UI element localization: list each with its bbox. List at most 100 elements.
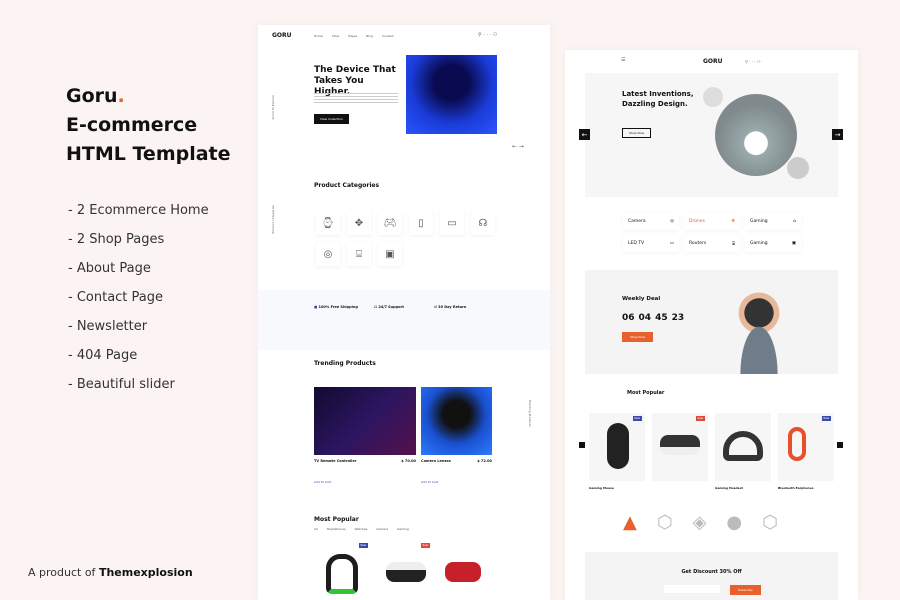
- timer-days: 06: [622, 313, 635, 323]
- product-row: New Sale New: [589, 413, 834, 481]
- tab-headphones[interactable]: Headphones: [327, 527, 346, 531]
- newsletter-title: Get Discount 30% Off: [681, 569, 742, 575]
- email-input[interactable]: [664, 585, 720, 593]
- product-price: $ 70.00: [401, 459, 416, 463]
- product-name[interactable]: Gaming Headset: [715, 486, 743, 490]
- product-badge: New: [632, 416, 642, 421]
- category-label: Gaming: [750, 219, 768, 224]
- trending-item[interactable]: TV Remote Controller $ 70.00: [314, 459, 416, 463]
- category-gaming-2[interactable]: Gaming ▣: [745, 235, 801, 252]
- view-collection-button[interactable]: View Collection: [314, 114, 349, 124]
- product-name[interactable]: Bluetooth Earphones: [778, 486, 814, 490]
- hero-title: Latest Inventions, Dazzling Design.: [622, 90, 694, 108]
- title-line-3: HTML Template: [66, 143, 231, 165]
- gamepad-icon: ⌂: [793, 219, 796, 224]
- drone-icon[interactable]: ✥: [347, 211, 371, 235]
- earphones-image: [788, 427, 806, 461]
- vr-image: [386, 562, 426, 582]
- brand-logos: ▲ ⬡ ◈ ● ⬡: [623, 512, 778, 533]
- feature-item: - Contact Page: [68, 290, 164, 305]
- main-nav: Home Shop Pages Blog Contact: [314, 34, 394, 38]
- category-led-tv[interactable]: LED TV ▭: [623, 235, 679, 252]
- category-drones[interactable]: Drones ✥: [684, 213, 740, 230]
- add-to-cart-link[interactable]: Add To Cart: [421, 480, 438, 484]
- timer-seconds: 23: [671, 313, 685, 323]
- product-card[interactable]: New: [316, 540, 370, 600]
- headphones-image: [723, 431, 763, 461]
- monitor-icon[interactable]: ▣: [378, 242, 402, 266]
- tab-camera[interactable]: Camera: [376, 527, 388, 531]
- router-icon[interactable]: ⌸: [347, 242, 371, 266]
- product-card[interactable]: New: [589, 413, 645, 481]
- menu-icon[interactable]: ☰: [621, 57, 625, 63]
- credit-brand: Themexplosion: [98, 566, 193, 579]
- service-title: 100% Free Shipping: [318, 305, 358, 309]
- nav-shop[interactable]: Shop: [332, 34, 340, 38]
- feature-item: - About Page: [68, 261, 151, 276]
- headphones-icon[interactable]: ☊: [471, 211, 495, 235]
- timer-minutes: 45: [655, 313, 668, 323]
- tab-watches[interactable]: Watches: [355, 527, 368, 531]
- brand-logo-icon: ⬡: [656, 512, 673, 533]
- watch-icon[interactable]: ⌚: [316, 211, 340, 235]
- product-card[interactable]: New: [778, 413, 834, 481]
- camera-icon: ◎: [670, 219, 674, 224]
- home-2-mockup: ☰ GORU ⚲ · · · ⚇ Latest Inventions, Dazz…: [565, 50, 858, 600]
- next-arrow-icon[interactable]: [837, 442, 843, 448]
- service-return: ↺ 30 Day Return: [434, 305, 466, 309]
- newsletter: Get Discount 30% Off Subscribe: [585, 552, 838, 600]
- tv-icon[interactable]: ▭: [440, 211, 464, 235]
- category-gaming[interactable]: Gaming ⌂: [745, 213, 801, 230]
- nav-contact[interactable]: Contact: [382, 34, 394, 38]
- monitor-icon: ▣: [791, 241, 796, 246]
- weekly-deal: Weekly Deal 06 04 45 23 Shop Now: [585, 270, 838, 374]
- deal-shop-button[interactable]: Shop Now: [622, 332, 654, 342]
- category-label: LED TV: [628, 241, 645, 246]
- thumb-image: [787, 157, 809, 179]
- countdown-timer: 06 04 45 23: [622, 313, 684, 323]
- logo: GORU: [272, 32, 292, 39]
- speaker-image: [715, 94, 797, 176]
- home-1-mockup: GORU Home Shop Pages Blog Contact ⚲ · · …: [258, 25, 550, 600]
- mouse-image: [607, 423, 629, 469]
- prev-arrow-icon[interactable]: ←: [579, 129, 590, 140]
- tablet-icon[interactable]: ▯: [409, 211, 433, 235]
- truck-icon: ■: [314, 305, 318, 309]
- product-card[interactable]: Sale: [378, 540, 432, 600]
- camera-icon[interactable]: ◎: [316, 242, 340, 266]
- hero-image: [406, 55, 497, 134]
- prev-arrow-icon[interactable]: [579, 442, 585, 448]
- slider-arrows[interactable]: ← →: [512, 143, 524, 150]
- trending-image-remote: [314, 387, 416, 455]
- trending-item[interactable]: Camera Lenses $ 72.00: [421, 459, 492, 463]
- feature-item: - Newsletter: [68, 319, 148, 334]
- feature-item: - Beautiful slider: [68, 377, 175, 392]
- category-routers[interactable]: Routers ⌸: [684, 235, 740, 252]
- product-card[interactable]: [715, 413, 771, 481]
- badge-new: New: [358, 543, 368, 548]
- service-shipping: ■ 100% Free Shipping: [314, 305, 358, 309]
- gamepad-icon[interactable]: 🎮︎: [378, 211, 402, 235]
- brand-logo-icon: ⬡: [762, 512, 778, 533]
- feature-item: - 404 Page: [68, 348, 138, 363]
- intro-title: Goru. E-commerce HTML Template: [66, 82, 231, 169]
- product-card[interactable]: Sale: [652, 413, 708, 481]
- tab-all[interactable]: All: [314, 527, 318, 531]
- search-icon[interactable]: ⚲ · · · ⚇: [478, 32, 497, 38]
- nav-blog[interactable]: Blog: [366, 34, 373, 38]
- shop-now-button[interactable]: Shop Now: [622, 128, 652, 138]
- hero-text: [314, 93, 398, 103]
- nav-pages[interactable]: Pages: [348, 34, 357, 38]
- subscribe-button[interactable]: Subscribe: [730, 585, 761, 595]
- logo: GORU: [703, 58, 723, 65]
- brand-logo-icon: ●: [726, 512, 743, 533]
- next-arrow-icon[interactable]: →: [832, 129, 843, 140]
- category-label: Camera: [628, 219, 646, 224]
- category-camera[interactable]: Camera ◎: [623, 213, 679, 230]
- nav-home[interactable]: Home: [314, 34, 323, 38]
- product-name[interactable]: Gaming Mouse: [589, 486, 614, 490]
- header-icons[interactable]: ⚲ · · · ⚇: [745, 59, 760, 64]
- add-to-cart-link[interactable]: Add To Cart: [314, 480, 331, 484]
- tab-gaming[interactable]: Gaming: [397, 527, 409, 531]
- service-title: 24/7 Support: [378, 305, 404, 309]
